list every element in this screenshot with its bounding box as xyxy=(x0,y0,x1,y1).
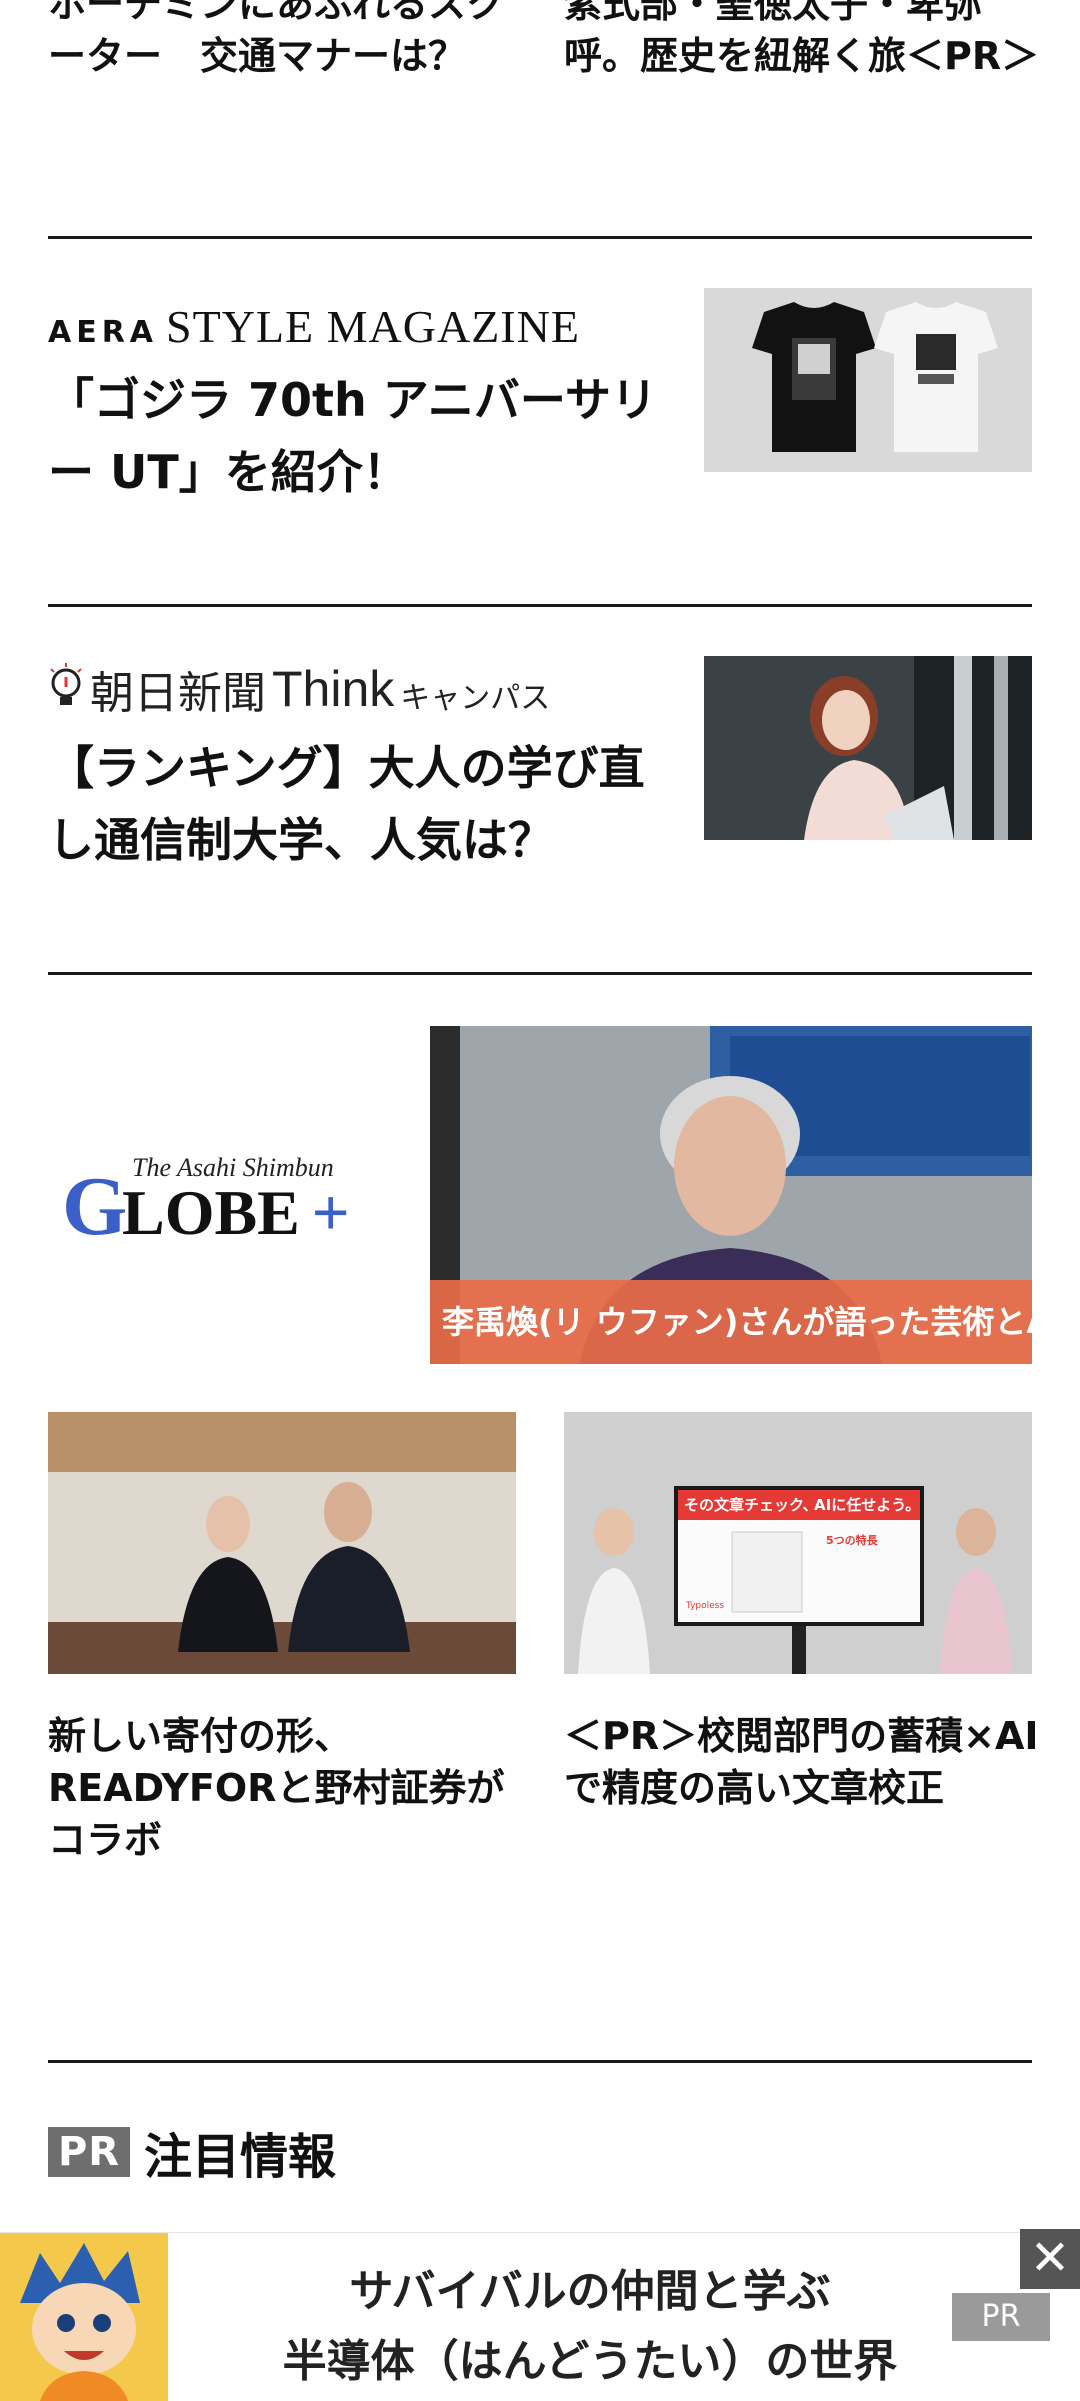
article-title: 【ランキング】大人の学び直し通信制大学、人気は？ xyxy=(48,741,645,867)
pr-badge: PR xyxy=(48,2127,130,2177)
section-divider xyxy=(48,2060,1032,2063)
section-divider xyxy=(48,972,1032,975)
article-title: 「ゴジラ 70th アニバーサリー UT」を紹介！ xyxy=(48,373,657,499)
globe-plus-logo[interactable]: The Asahi Shimbun G LOBE + xyxy=(62,1148,372,1253)
typoless-screen-text-2: AIに任せよう。 xyxy=(814,1496,920,1514)
bottom-banner-ad[interactable]: サバイバルの仲間と学ぶ 半導体（はんどうたい）の世界 PR ✕ xyxy=(0,2229,1080,2401)
globe-logo-plus: + xyxy=(312,1176,349,1248)
asahi-think-campus-logo: 朝日新聞 Think キャンパス xyxy=(48,660,551,719)
banner-headline-line-2: 半導体（はんどうたい）の世界 xyxy=(282,2336,898,2387)
lightbulb-icon xyxy=(48,663,84,715)
article-link-distance-university-ranking[interactable]: 【ランキング】大人の学び直し通信制大学、人気は？ xyxy=(48,732,688,876)
typoless-screen-text-3: 5つの特長 xyxy=(826,1533,879,1547)
article-link-readyfor-nomura[interactable]: 新しい寄付の形、READYFORと野村証券がコラボ xyxy=(48,1710,528,1866)
banner-pr-label: PR xyxy=(952,2293,1050,2341)
manga-character-image xyxy=(0,2233,168,2401)
article-link-typoless[interactable]: ＜PR＞校閲部門の蓄積×AIで精度の高い文章校正 xyxy=(564,1710,1044,1814)
article-link-hochiminh[interactable]: ホーチミンにあふれるスクーター 交通マナーは？ xyxy=(48,0,518,82)
article-link-history-tour[interactable]: 紫式部・聖徳太子・卑弥呼。歴史を紐解く旅＜PR＞ xyxy=(564,0,1044,82)
article-link-godzilla-ut[interactable]: 「ゴジラ 70th アニバーサリー UT」を紹介！ xyxy=(48,364,688,508)
aera-logo-text: AERA xyxy=(48,315,159,350)
aera-style-magazine-logo: AERA STYLE MAGAZINE xyxy=(48,296,580,350)
section-divider xyxy=(48,236,1032,239)
article-thumbnail-typoless[interactable]: その文章チェック、 AIに任せよう。 5つの特長 Typoless xyxy=(564,1412,1032,1674)
article-thumbnail-readyfor-nomura[interactable] xyxy=(48,1412,516,1674)
article-title: ＜PR＞校閲部門の蓄積×AIで精度の高い文章校正 xyxy=(564,1714,1039,1810)
article-thumbnail-woman-studying[interactable] xyxy=(704,656,1032,840)
style-magazine-logo-text: STYLE MAGAZINE xyxy=(166,301,580,352)
globe-feature-caption: 李禹煥(リ ウファン)さんが語った芸術とAI xyxy=(430,1280,1032,1364)
close-icon[interactable]: ✕ xyxy=(1020,2229,1080,2289)
pr-section-title: 注目情報 xyxy=(144,2129,337,2185)
typoless-brand: Typoless xyxy=(685,1601,724,1611)
globe-logo-word: LOBE xyxy=(122,1177,300,1248)
article-thumbnail-godzilla-tshirts[interactable] xyxy=(704,288,1032,472)
pr-section-heading: PR 注目情報 xyxy=(48,2122,336,2185)
typoless-screen-text-1: その文章チェック、 xyxy=(684,1496,818,1514)
think-logo-kana: キャンパス xyxy=(400,681,551,716)
globe-logo-g: G xyxy=(62,1160,127,1248)
think-logo-word: Think xyxy=(272,661,395,717)
globe-feature-article[interactable]: 李禹煥(リ ウファン)さんが語った芸術とAI xyxy=(430,1026,1032,1364)
article-title: 新しい寄付の形、READYFORと野村証券がコラボ xyxy=(48,1714,505,1862)
banner-headline-line-1: サバイバルの仲間と学ぶ xyxy=(349,2266,831,2317)
article-title: ホーチミンにあふれるスクーター 交通マナーは？ xyxy=(48,0,505,78)
article-title: 紫式部・聖徳太子・卑弥呼。歴史を紐解く旅＜PR＞ xyxy=(564,0,1040,78)
think-logo-kanji: 朝日新聞 xyxy=(90,668,266,719)
section-divider xyxy=(48,604,1032,607)
